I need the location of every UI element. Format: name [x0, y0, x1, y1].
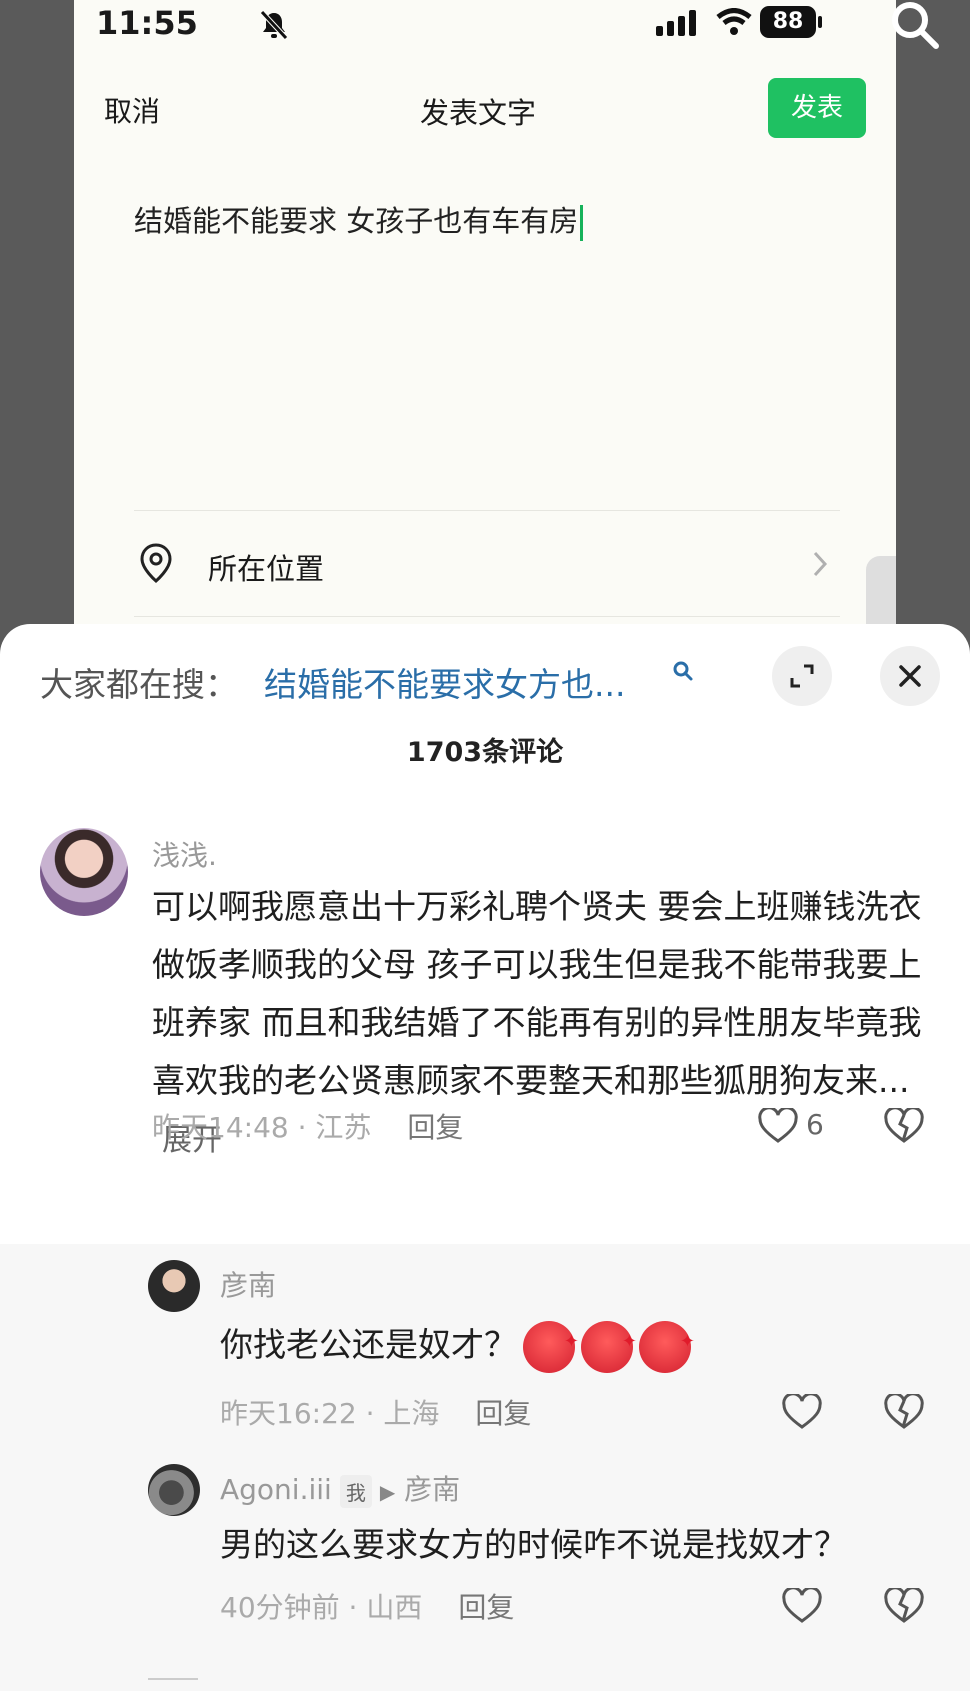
comment-text: 你找老公还是奴才？ — [220, 1325, 517, 1364]
comment-author[interactable]: 浅浅. — [152, 834, 217, 874]
chevron-right-icon — [813, 551, 828, 577]
search-icon[interactable] — [890, 0, 942, 52]
search-suggestion-link[interactable]: 结婚能不能要求女方也... — [264, 658, 625, 706]
reply-button[interactable]: 回复 — [407, 1111, 463, 1144]
heart-icon[interactable] — [782, 1394, 822, 1430]
comment-meta: 昨天16:22 · 上海 回复 — [220, 1397, 532, 1430]
publish-button[interactable]: 发表 — [768, 78, 866, 138]
comment-count: 1703条评论 — [406, 737, 564, 768]
me-badge: 我 — [339, 1474, 372, 1508]
like-count: 6 — [806, 1108, 824, 1141]
signal-icon — [656, 10, 696, 36]
comment-time: 40分钟前 — [220, 1591, 340, 1624]
divider — [134, 510, 840, 511]
comment-author[interactable]: 彦南 — [220, 1264, 276, 1304]
divider — [134, 616, 840, 617]
comment-body: 男的这么要求女方的时候咋不说是找奴才？ — [220, 1525, 847, 1564]
reply-arrow-icon: ▶ — [379, 1480, 396, 1504]
comment-text: 可以啊我愿意出十万彩礼聘个贤夫 要会上班赚钱洗衣做饭孝顺我的父母 孩子可以我生但… — [152, 887, 922, 1100]
page-title: 发表文字 — [420, 96, 537, 130]
text-caret — [580, 205, 584, 241]
broken-heart-icon[interactable] — [884, 1394, 924, 1430]
comment-body: 你找老公还是奴才？ — [220, 1313, 695, 1374]
reply-target[interactable]: 彦南 — [404, 1473, 460, 1506]
post-text-value: 结婚能不能要求 女孩子也有车有房 — [134, 204, 579, 238]
close-icon — [899, 665, 921, 687]
heart-icon[interactable] — [782, 1588, 822, 1624]
expand-icon — [790, 664, 814, 688]
expand-button[interactable] — [772, 646, 832, 706]
comment-location: 上海 — [383, 1397, 440, 1430]
comment-location: 山西 — [366, 1591, 423, 1624]
search-icon[interactable] — [672, 660, 694, 682]
comment-author-line: Agoni.iii 我 ▶ 彦南 — [220, 1468, 460, 1508]
comment-location: 江苏 — [315, 1111, 372, 1144]
angry-emoji-icon — [581, 1313, 637, 1373]
avatar[interactable] — [148, 1260, 200, 1312]
bell-off-icon — [260, 10, 288, 40]
comment-author[interactable]: Agoni.iii — [220, 1473, 332, 1506]
location-row[interactable]: 所在位置 — [208, 546, 324, 588]
comment-time: 昨天14:48 — [152, 1111, 289, 1144]
battery-indicator: 88 — [760, 6, 822, 38]
collapse-divider — [148, 1678, 198, 1680]
post-text-input[interactable]: 结婚能不能要求 女孩子也有车有房 — [134, 198, 584, 241]
close-button[interactable] — [880, 646, 940, 706]
search-prefix: 大家都在搜： — [40, 665, 238, 704]
avatar[interactable] — [40, 828, 128, 916]
cancel-button[interactable]: 取消 — [104, 90, 160, 130]
angry-emoji-icon — [523, 1313, 579, 1373]
location-pin-icon — [140, 543, 172, 583]
angry-emoji-icon — [639, 1313, 695, 1373]
comment-time: 昨天16:22 — [220, 1397, 357, 1430]
broken-heart-icon[interactable] — [884, 1108, 924, 1144]
status-time: 11:55 — [96, 4, 198, 42]
heart-icon[interactable] — [758, 1108, 798, 1144]
avatar[interactable] — [148, 1464, 200, 1516]
broken-heart-icon[interactable] — [884, 1588, 924, 1624]
comment-meta: 昨天14:48 · 江苏 回复 — [152, 1111, 464, 1144]
wifi-icon — [716, 8, 752, 35]
reply-button[interactable]: 回复 — [475, 1397, 531, 1430]
comments-panel: 大家都在搜： 结婚能不能要求女方也... 1703条评论 浅浅. 可以啊我愿意出… — [0, 624, 970, 1691]
reply-button[interactable]: 回复 — [458, 1591, 514, 1624]
comment-meta: 40分钟前 · 山西 回复 — [220, 1591, 515, 1624]
